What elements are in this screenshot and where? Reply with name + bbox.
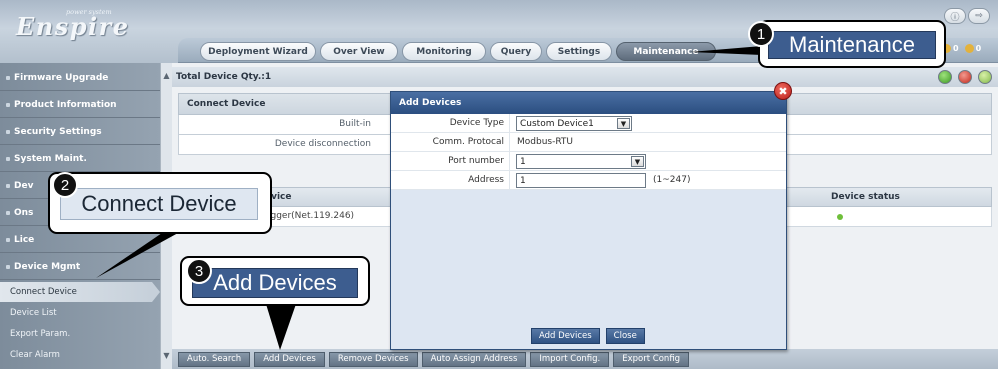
callout-text: Maintenance <box>768 31 936 59</box>
bullet-icon <box>6 264 10 269</box>
online-status-icon <box>837 214 843 220</box>
port-number-select[interactable]: 1 ▼ <box>516 154 646 169</box>
chevron-down-icon[interactable]: ▼ <box>161 349 172 361</box>
close-icon[interactable]: ✖ <box>774 82 792 100</box>
enspire-logo: power system Enspire <box>14 6 164 46</box>
alarm-count-value: 0 <box>953 44 959 53</box>
remove-devices-button[interactable]: Remove Devices <box>328 351 418 367</box>
dialog-add-devices-button[interactable]: Add Devices <box>531 328 600 344</box>
sidebar-sub-device-list[interactable]: Device List <box>0 303 160 323</box>
address-label: Address <box>468 175 504 185</box>
sidebar-item-label: Product Information <box>14 99 117 110</box>
address-row: Address 1 (1~247) <box>391 171 786 190</box>
logout-icon[interactable]: ⇨ <box>968 8 990 24</box>
auto-assign-address-button[interactable]: Auto Assign Address <box>421 351 527 367</box>
device-type-row: Device Type Custom Device1 ▼ <box>391 114 786 133</box>
system-status-dots <box>938 70 992 84</box>
protocol-label: Comm. Protocal <box>432 137 504 147</box>
row-divider <box>509 152 510 171</box>
step-number-1: 1 <box>748 21 774 47</box>
port-label: Port number <box>448 156 504 166</box>
tab-deployment-wizard[interactable]: Deployment Wizard <box>200 42 316 61</box>
row-divider <box>509 114 510 133</box>
row-label: Built-in <box>339 119 371 129</box>
sidebar-sub-clear-alarm[interactable]: Clear Alarm <box>0 345 160 365</box>
add-devices-button[interactable]: Add Devices <box>254 351 325 367</box>
import-config-button[interactable]: Import Config. <box>530 351 610 367</box>
sidebar-item-label: Dev <box>14 180 34 191</box>
dialog-close-button[interactable]: Close <box>605 328 645 344</box>
export-config-button[interactable]: Export Config <box>613 351 690 367</box>
port-number-value: 1 <box>520 156 526 167</box>
auto-search-button[interactable]: Auto. Search <box>178 351 251 367</box>
address-value: 1 <box>520 175 526 186</box>
device-type-select[interactable]: Custom Device1 ▼ <box>516 116 632 131</box>
bullet-icon <box>6 75 10 80</box>
address-input[interactable]: 1 <box>516 173 646 188</box>
status-alarm-icon <box>958 70 972 84</box>
help-icon[interactable]: ⓘ <box>944 8 966 24</box>
header-controls: ⓘ ⇨ <box>944 8 990 24</box>
bullet-icon <box>6 156 10 161</box>
sidebar-item-security-settings[interactable]: Security Settings <box>0 119 160 145</box>
callout-text: Connect Device <box>60 188 258 220</box>
sidebar-item-label: System Maint. <box>14 153 87 164</box>
protocol-value: Modbus-RTU <box>517 137 574 147</box>
sidebar-item-device-mgmt[interactable]: Device Mgmt <box>0 254 160 280</box>
sidebar-item-product-information[interactable]: Product Information <box>0 92 160 118</box>
bullet-icon <box>6 210 10 215</box>
logo-title: Enspire <box>16 12 130 41</box>
status-ok-icon <box>938 70 952 84</box>
row-divider <box>509 133 510 152</box>
add-device-form: Device Type Custom Device1 ▼ Comm. Proto… <box>391 114 786 190</box>
tab-maintenance[interactable]: Maintenance <box>616 42 716 61</box>
step-number-3: 3 <box>186 258 212 284</box>
device-type-label: Device Type <box>449 118 504 128</box>
port-row: Port number 1 ▼ <box>391 152 786 171</box>
bullet-icon <box>6 183 10 188</box>
device-type-value: Custom Device1 <box>520 118 594 129</box>
address-range-hint: (1~247) <box>653 175 691 185</box>
sidebar-item-label: Ons <box>14 207 34 218</box>
callout-connect-device: Connect Device <box>48 172 272 234</box>
device-name-cell: ogger(Net.119.246) <box>265 211 355 221</box>
bullet-icon <box>6 237 10 242</box>
add-devices-dialog: Add Devices ✖ Device Type Custom Device1… <box>390 82 792 350</box>
alarm-count-value: 0 <box>975 44 982 53</box>
dialog-buttons: Add Devices Close <box>531 328 645 344</box>
tab-monitoring[interactable]: Monitoring <box>402 42 486 61</box>
sidebar-item-label: Lice <box>14 234 35 245</box>
sidebar-sub-export-param[interactable]: Export Param. <box>0 324 160 344</box>
protocol-row: Comm. Protocal Modbus-RTU <box>391 133 786 152</box>
sidebar-item-label: Firmware Upgrade <box>14 72 109 83</box>
chevron-down-icon[interactable]: ▼ <box>617 118 630 129</box>
step-number-2: 2 <box>52 172 78 198</box>
sidebar-item-firmware-upgrade[interactable]: Firmware Upgrade <box>0 65 160 91</box>
info-icon <box>964 44 974 53</box>
sidebar-sub-connect-device[interactable]: Connect Device <box>0 282 160 302</box>
row-label: Device disconnection <box>274 139 371 149</box>
tab-settings[interactable]: Settings <box>546 42 612 61</box>
alarm-counts: 0 0 <box>942 44 981 53</box>
sidebar-item-label: Device Mgmt <box>14 261 81 272</box>
total-device-qty: Total Device Qty.:1 <box>172 67 998 87</box>
chevron-up-icon[interactable]: ▲ <box>161 69 172 81</box>
tab-query[interactable]: Query <box>490 42 542 61</box>
status-normal-icon <box>978 70 992 84</box>
dialog-title: Add Devices <box>391 92 786 114</box>
bullet-icon <box>6 102 10 107</box>
tab-over-view[interactable]: Over View <box>320 42 398 61</box>
callout-text: Add Devices <box>192 268 358 298</box>
sidebar-item-label: Security Settings <box>14 126 102 137</box>
col-device-status: Device status <box>831 192 900 202</box>
row-divider <box>509 171 510 190</box>
alarm-count-2: 0 <box>964 44 982 53</box>
sidebar-item-system-maint[interactable]: System Maint. <box>0 146 160 172</box>
callout-maintenance: Maintenance <box>758 20 946 68</box>
action-toolbar: Auto. Search Add Devices Remove Devices … <box>172 349 998 369</box>
chevron-down-icon[interactable]: ▼ <box>631 156 644 167</box>
bullet-icon <box>6 129 10 134</box>
